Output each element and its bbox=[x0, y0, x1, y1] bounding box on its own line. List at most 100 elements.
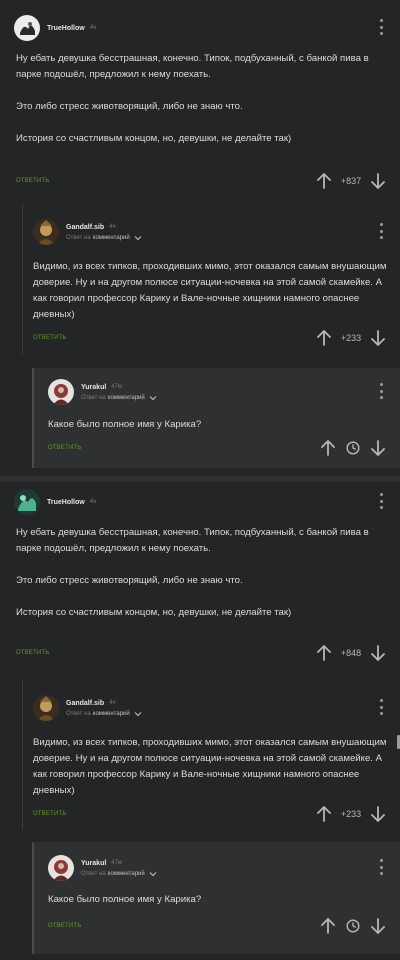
arrow-down-icon[interactable] bbox=[370, 805, 386, 823]
more-vertical-icon[interactable] bbox=[378, 493, 384, 509]
comment-header: Gandalf.sib 4ч Ответ на комментарий bbox=[33, 218, 142, 246]
reply-to-target[interactable]: комментарий bbox=[93, 711, 130, 717]
comment-text: Какое было полное имя у Карика? bbox=[48, 892, 378, 908]
arrow-up-icon[interactable] bbox=[316, 805, 332, 823]
comment-header: Yurakul 47м Ответ на комментарий bbox=[48, 378, 157, 406]
reply-to-prefix: Ответ на bbox=[66, 710, 91, 717]
comment-root: TrueHollow 4ч Ну ебать девушка бесстрашн… bbox=[0, 0, 400, 200]
comment-paragraph: Это либо стресс животворящий, либо не зн… bbox=[16, 101, 243, 112]
avatar[interactable] bbox=[33, 695, 59, 721]
arrow-down-icon[interactable] bbox=[370, 917, 386, 935]
comment-paragraph: История со счастливым концом, но, девушк… bbox=[16, 133, 292, 144]
clock-icon bbox=[346, 919, 360, 933]
reply-button[interactable]: ОТВЕТИТЬ bbox=[33, 335, 67, 341]
comment-meta: Yurakul 47м Ответ на комментарий bbox=[81, 384, 157, 401]
comment-paragraph: Видимо, из всех типков, проходивших мимо… bbox=[33, 261, 387, 320]
vote-controls bbox=[320, 916, 386, 936]
arrow-down-icon[interactable] bbox=[370, 329, 386, 347]
more-vertical-icon[interactable] bbox=[378, 19, 384, 35]
avatar[interactable] bbox=[14, 489, 40, 515]
reply-to-link[interactable]: Ответ на комментарий bbox=[81, 871, 157, 877]
author-name[interactable]: TrueHollow bbox=[47, 499, 85, 506]
comment-time: 47м bbox=[111, 384, 123, 390]
avatar[interactable] bbox=[14, 15, 40, 41]
more-vertical-icon[interactable] bbox=[378, 699, 384, 715]
vote-controls: +848 bbox=[316, 643, 386, 663]
vote-count: +837 bbox=[340, 176, 362, 186]
comment-meta: Gandalf.sib 4ч Ответ на комментарий bbox=[66, 224, 142, 241]
reply-to-link[interactable]: Ответ на комментарий bbox=[66, 235, 142, 241]
comment-header: TrueHollow 4ч bbox=[14, 14, 96, 42]
comment-paragraph: Ну ебать девушка бесстрашная, конечно. Т… bbox=[16, 53, 369, 80]
comment-paragraph: Это либо стресс животворящий, либо не зн… bbox=[16, 575, 243, 586]
comment-header: Yurakul 47м Ответ на комментарий bbox=[48, 854, 157, 882]
arrow-up-icon[interactable] bbox=[316, 172, 332, 190]
chevron-down-icon[interactable] bbox=[149, 871, 157, 877]
reply-button[interactable]: ОТВЕТИТЬ bbox=[48, 923, 82, 929]
author-name[interactable]: Yurakul bbox=[81, 384, 106, 391]
comment-text: Видимо, из всех типков, проходивших мимо… bbox=[33, 735, 388, 799]
vote-count: +848 bbox=[340, 648, 362, 658]
comment-time: 4ч bbox=[109, 700, 116, 706]
comment-meta: Gandalf.sib 4ч Ответ на комментарий bbox=[66, 700, 142, 717]
chevron-down-icon[interactable] bbox=[134, 711, 142, 717]
author-name[interactable]: Gandalf.sib bbox=[66, 224, 104, 231]
reply-button[interactable]: ОТВЕТИТЬ bbox=[16, 650, 50, 656]
reply-to-target[interactable]: комментарий bbox=[108, 395, 145, 401]
clock-icon bbox=[346, 441, 360, 455]
comment-text: Видимо, из всех типков, проходивших мимо… bbox=[33, 259, 388, 323]
comment-paragraph: Какое было полное имя у Карика? bbox=[48, 894, 202, 905]
comment-paragraph: Какое было полное имя у Карика? bbox=[48, 419, 202, 430]
arrow-down-icon[interactable] bbox=[370, 439, 386, 457]
comment-time: 4ч bbox=[89, 499, 97, 505]
comment-header: Gandalf.sib 4ч Ответ на комментарий bbox=[33, 694, 142, 722]
vote-count: +233 bbox=[340, 809, 362, 819]
author-name[interactable]: TrueHollow bbox=[47, 25, 85, 32]
vote-controls bbox=[320, 438, 386, 458]
comment-thread: TrueHollow 4ч Ну ебать девушка бесстрашн… bbox=[0, 0, 400, 474]
reply-button[interactable]: ОТВЕТИТЬ bbox=[48, 445, 82, 451]
vote-count: +233 bbox=[340, 333, 362, 343]
chevron-down-icon[interactable] bbox=[134, 235, 142, 241]
more-vertical-icon[interactable] bbox=[378, 223, 384, 239]
comment-time: 47м bbox=[111, 860, 123, 866]
reply-to-target[interactable]: комментарий bbox=[93, 235, 130, 241]
more-vertical-icon[interactable] bbox=[378, 859, 384, 875]
comment-reply-nested: Yurakul 47м Ответ на комментарий Какое б… bbox=[32, 842, 400, 954]
more-vertical-icon[interactable] bbox=[378, 383, 384, 399]
chevron-down-icon[interactable] bbox=[149, 395, 157, 401]
arrow-down-icon[interactable] bbox=[370, 644, 386, 662]
reply-to-target[interactable]: комментарий bbox=[108, 871, 145, 877]
reply-button[interactable]: ОТВЕТИТЬ bbox=[33, 811, 67, 817]
reply-button[interactable]: ОТВЕТИТЬ bbox=[16, 178, 50, 184]
author-name[interactable]: Gandalf.sib bbox=[66, 700, 104, 707]
comment-reply: Gandalf.sib 4ч Ответ на комментарий Види… bbox=[22, 680, 400, 830]
comment-root: TrueHollow 4ч Ну ебать девушка бесстрашн… bbox=[0, 474, 400, 674]
comment-time: 4ч bbox=[89, 25, 97, 31]
reply-to-link[interactable]: Ответ на комментарий bbox=[81, 395, 157, 401]
arrow-up-icon[interactable] bbox=[320, 439, 336, 457]
comment-text: Какое было полное имя у Карика? bbox=[48, 417, 378, 433]
avatar[interactable] bbox=[48, 379, 74, 405]
avatar[interactable] bbox=[33, 219, 59, 245]
comment-meta: Yurakul 47м Ответ на комментарий bbox=[81, 860, 157, 877]
comment-thread: TrueHollow 4ч Ну ебать девушка бесстрашн… bbox=[0, 474, 400, 960]
comment-reply-nested: Yurakul 47м Ответ на комментарий Какое б… bbox=[32, 368, 400, 468]
reply-to-prefix: Ответ на bbox=[81, 870, 106, 877]
arrow-up-icon[interactable] bbox=[316, 644, 332, 662]
avatar[interactable] bbox=[48, 855, 74, 881]
arrow-up-icon[interactable] bbox=[316, 329, 332, 347]
comment-header: TrueHollow 4ч bbox=[14, 488, 96, 516]
author-name[interactable]: Yurakul bbox=[81, 860, 106, 867]
arrow-down-icon[interactable] bbox=[370, 172, 386, 190]
reply-to-prefix: Ответ на bbox=[66, 234, 91, 241]
vote-controls: +233 bbox=[316, 804, 386, 824]
reply-to-link[interactable]: Ответ на комментарий bbox=[66, 711, 142, 717]
vote-controls: +233 bbox=[316, 328, 386, 348]
comment-text: Ну ебать девушка бесстрашная, конечно. Т… bbox=[16, 51, 390, 147]
arrow-up-icon[interactable] bbox=[320, 917, 336, 935]
reply-to-prefix: Ответ на bbox=[81, 394, 106, 401]
comment-paragraph: Видимо, из всех типков, проходивших мимо… bbox=[33, 737, 387, 796]
comment-text: Ну ебать девушка бесстрашная, конечно. Т… bbox=[16, 525, 390, 621]
vote-controls: +837 bbox=[316, 171, 386, 191]
